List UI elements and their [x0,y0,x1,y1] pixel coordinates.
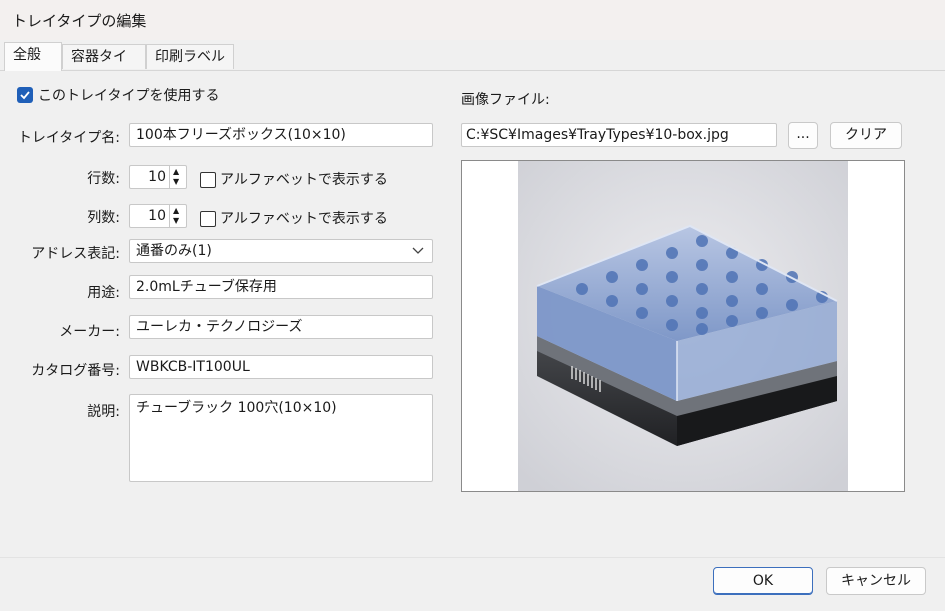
usage-input[interactable]: 2.0mLチューブ保存用 [129,275,433,299]
use-tray-type-label: このトレイタイプを使用する [38,88,220,104]
columns-alphabet-label: アルファベットで表示する [220,211,388,227]
columns-spinner[interactable]: ▲ ▼ [169,205,186,227]
rows-value: 10 [148,169,166,185]
browse-button[interactable]: ... [788,122,818,149]
maker-label: メーカー: [59,324,120,340]
columns-stepper[interactable]: 10 ▲ ▼ [129,204,187,228]
description-label: 説明: [87,404,120,420]
cancel-button[interactable]: キャンセル [826,567,926,595]
tab-general[interactable]: 全般 [4,42,62,71]
catalog-number-label: カタログ番号: [31,363,120,379]
rows-alphabet-checkbox[interactable] [200,172,216,188]
image-path-input[interactable]: C:¥SC¥Images¥TrayTypes¥10-box.jpg [461,123,777,147]
use-tray-type-checkbox[interactable] [17,87,33,103]
columns-value: 10 [148,208,166,224]
chevron-down-icon [412,247,424,254]
spin-up-icon[interactable]: ▲ [173,207,179,215]
catalog-number-input[interactable]: WBKCB-IT100UL [129,355,433,379]
rows-alphabet-label: アルファベットで表示する [220,172,388,188]
image-preview [461,160,905,492]
tab-print-label[interactable]: 印刷ラベル [146,44,234,69]
rows-label: 行数: [87,171,120,187]
description-textarea[interactable]: チューブラック 100穴(10×10) [129,394,433,482]
spin-down-icon[interactable]: ▼ [173,178,179,186]
image-file-label: 画像ファイル: [461,92,550,108]
columns-alphabet-checkbox[interactable] [200,211,216,227]
address-notation-label: アドレス表記: [31,246,120,262]
tray-type-name-label: トレイタイプ名: [17,130,120,146]
check-icon [20,91,30,100]
maker-input[interactable]: ユーレカ・テクノロジーズ [129,315,433,339]
clear-button[interactable]: クリア [830,122,902,149]
general-panel: このトレイタイプを使用する トレイタイプ名: 100本フリーズボックス(10×1… [0,71,945,557]
address-notation-value: 通番のみ(1) [136,243,212,259]
tab-container-type[interactable]: 容器タイプ [62,44,146,89]
ok-button[interactable]: OK [713,567,813,595]
address-notation-select[interactable]: 通番のみ(1) [129,239,433,263]
rows-stepper[interactable]: 10 ▲ ▼ [129,165,187,189]
spin-up-icon[interactable]: ▲ [173,168,179,176]
usage-label: 用途: [87,285,120,301]
window-title: トレイタイプの編集 [12,12,147,30]
dialog-footer: OK キャンセル [0,557,945,611]
spin-down-icon[interactable]: ▼ [173,217,179,225]
tab-strip: 全般 容器タイプ 印刷ラベル [0,40,945,89]
title-bar: トレイタイプの編集 [0,0,945,40]
tube-rack-image [462,161,904,491]
tray-type-name-input[interactable]: 100本フリーズボックス(10×10) [129,123,433,147]
columns-label: 列数: [87,210,120,226]
rows-spinner[interactable]: ▲ ▼ [169,166,186,188]
